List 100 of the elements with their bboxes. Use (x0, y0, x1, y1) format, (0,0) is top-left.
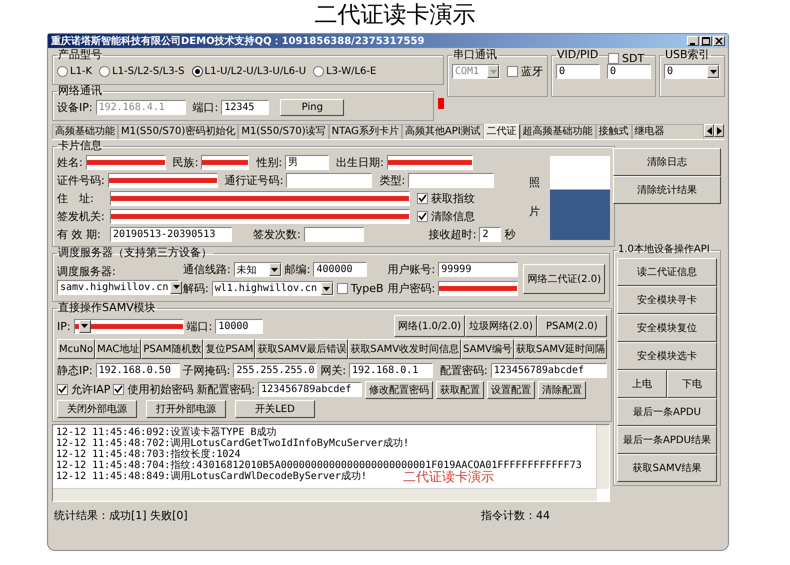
network-button[interactable]: 垃圾网络(2.0) (465, 315, 537, 337)
config-password-field[interactable]: 123456789abcdef (490, 363, 607, 378)
config-button[interactable]: 获取配置 (436, 380, 484, 398)
fingerprint-checkbox[interactable]: 获取指纹 (417, 190, 475, 206)
group-label: VID/PID (556, 49, 600, 61)
validity-field[interactable]: 20190513-20390513 (110, 226, 232, 242)
issue-count-field[interactable] (304, 226, 364, 242)
vertical-scrollbar[interactable] (596, 425, 609, 489)
permit-number-field[interactable] (286, 172, 372, 188)
network-button[interactable]: 网络(1.0/2.0) (394, 315, 466, 337)
minimize-icon[interactable] (687, 36, 699, 46)
command-button[interactable]: PSAM随机数 (141, 339, 204, 359)
group-label: 调度服务器（支持第三方设备） (57, 247, 213, 259)
field-label: 性别: (256, 154, 282, 170)
issuer-field[interactable] (110, 208, 410, 224)
address-field[interactable] (110, 190, 410, 206)
radio-option[interactable]: L3-W/L6-E (313, 66, 376, 77)
vid-field[interactable]: 0 (556, 64, 600, 79)
server-dropdown[interactable]: samv.highwillov.cn (57, 280, 179, 294)
command-button[interactable]: McuNo (57, 339, 96, 359)
tab[interactable]: 二代证 (484, 124, 520, 139)
gateway-field[interactable]: 192.168.0.1 (349, 363, 434, 378)
field-label: 调度服务器: (57, 264, 117, 278)
field-label: 设备IP: (57, 100, 93, 115)
command-button[interactable]: SAMV编号 (461, 339, 514, 359)
ip-field[interactable]: 192.168.4.1 (96, 100, 186, 115)
gender-field[interactable]: 男 (285, 154, 330, 170)
name-field[interactable] (86, 154, 166, 170)
scroll-right-icon[interactable] (714, 124, 724, 137)
api-button[interactable]: 下电 (667, 370, 717, 398)
api-button[interactable]: 获取SAMV结果 (617, 454, 717, 482)
api-button[interactable]: 安全模块复位 (617, 314, 717, 342)
radio-option[interactable]: L1-S/L2-S/L3-S (99, 66, 185, 77)
birth-date-field[interactable] (386, 154, 473, 170)
api-button[interactable]: 读二代证信息 (617, 258, 717, 286)
unit-label: 秒 (504, 226, 516, 242)
zip-field[interactable]: 400000 (313, 262, 368, 277)
close-icon[interactable] (713, 36, 725, 46)
horizontal-scrollbar[interactable] (53, 488, 597, 501)
tab[interactable]: 高频基础功能 (52, 124, 118, 139)
id-number-field[interactable] (108, 172, 218, 188)
static-ip-field[interactable]: 192.168.0.50 (96, 363, 180, 378)
line-dropdown[interactable]: 未知 (234, 262, 282, 277)
allow-iap-checkbox[interactable]: 允许IAP (57, 382, 110, 397)
scroll-left-icon[interactable] (704, 124, 714, 137)
usb-index-dropdown[interactable]: 0 (664, 64, 720, 79)
tab[interactable]: M1(S50/S70)密码初始化 (118, 124, 238, 139)
api-button[interactable]: 最后一条APDU结果 (617, 426, 717, 454)
tab[interactable]: M1(S50/S70)读写 (238, 124, 329, 139)
api-button[interactable]: 上电 (617, 370, 667, 398)
power-button[interactable]: 开关LED (235, 400, 315, 418)
maximize-icon[interactable] (700, 36, 712, 46)
command-button[interactable]: 获取SAMV最后错误 (255, 339, 348, 359)
config-button[interactable]: 设置配置 (487, 380, 536, 398)
pid-field[interactable]: 0 (607, 64, 651, 79)
timeout-field[interactable]: 2 (479, 226, 502, 242)
ip-dropdown[interactable] (74, 318, 184, 334)
tab[interactable]: 接触式 (596, 124, 632, 139)
command-button[interactable]: MAC地址 (95, 339, 142, 359)
api-button[interactable]: 安全模块寻卡 (617, 286, 717, 314)
command-button[interactable]: 复位PSAM (203, 339, 256, 359)
type-field[interactable] (408, 172, 494, 188)
port-field[interactable]: 10000 (215, 318, 264, 334)
side-button[interactable]: 清除统计结果 (613, 176, 721, 204)
api-button[interactable]: 安全模块选卡 (617, 342, 717, 370)
typeb-checkbox[interactable]: TypeB (336, 282, 384, 295)
power-button[interactable]: 关闭外部电源 (57, 400, 137, 418)
config-button[interactable]: 清除配置 (538, 380, 586, 398)
field-label: 解码: (183, 281, 209, 296)
group-label: 直接操作SAMV模块 (57, 302, 157, 314)
command-button[interactable]: 获取SAMV收发时间信息 (348, 339, 462, 359)
field-label: 接收超时: (428, 226, 476, 242)
tab[interactable]: 继电器 (632, 124, 704, 139)
radio-option[interactable]: L1-U/L2-U/L3-U/L6-U (192, 66, 306, 77)
initial-password-checkbox[interactable]: 使用初始密码 (113, 382, 194, 397)
radio-option[interactable]: L1-K (57, 66, 92, 77)
clear-info-checkbox[interactable]: 清除信息 (417, 208, 475, 224)
tab[interactable]: 超高频基础功能 (520, 124, 596, 139)
group-label: USB索引 (664, 49, 711, 61)
tab[interactable]: NTAG系列卡片 (328, 124, 402, 139)
power-button[interactable]: 打开外部电源 (146, 400, 226, 418)
api-button[interactable]: 最后一条APDU (617, 398, 717, 426)
command-button[interactable]: 获取SAMV延时间隔 (514, 339, 607, 359)
ethnicity-field[interactable] (201, 154, 250, 170)
ping-button[interactable]: Ping (280, 99, 344, 116)
side-button[interactable]: 清除日志 (613, 148, 721, 176)
field-label: 通信线路: (183, 262, 231, 277)
subnet-mask-field[interactable]: 255.255.255.0 (233, 363, 318, 378)
decode-dropdown[interactable]: wl1.highwillov.cn (212, 281, 334, 296)
password-field[interactable] (438, 281, 518, 296)
account-field[interactable]: 99999 (438, 262, 518, 277)
network-button[interactable]: PSAM(2.0) (536, 315, 607, 337)
config-button[interactable]: 修改配置密码 (365, 380, 434, 398)
network-id-button[interactable]: 网络二代证(2.0) (523, 264, 605, 294)
port-field[interactable]: 12345 (221, 100, 270, 115)
field-label: 端口: (192, 100, 218, 115)
sdt-checkbox[interactable]: SDT (608, 52, 644, 65)
tab[interactable]: 高频其他API测试 (402, 124, 484, 139)
field-label: 签发机关: (57, 208, 106, 224)
new-password-field[interactable]: 123456789abcdef (258, 382, 362, 397)
